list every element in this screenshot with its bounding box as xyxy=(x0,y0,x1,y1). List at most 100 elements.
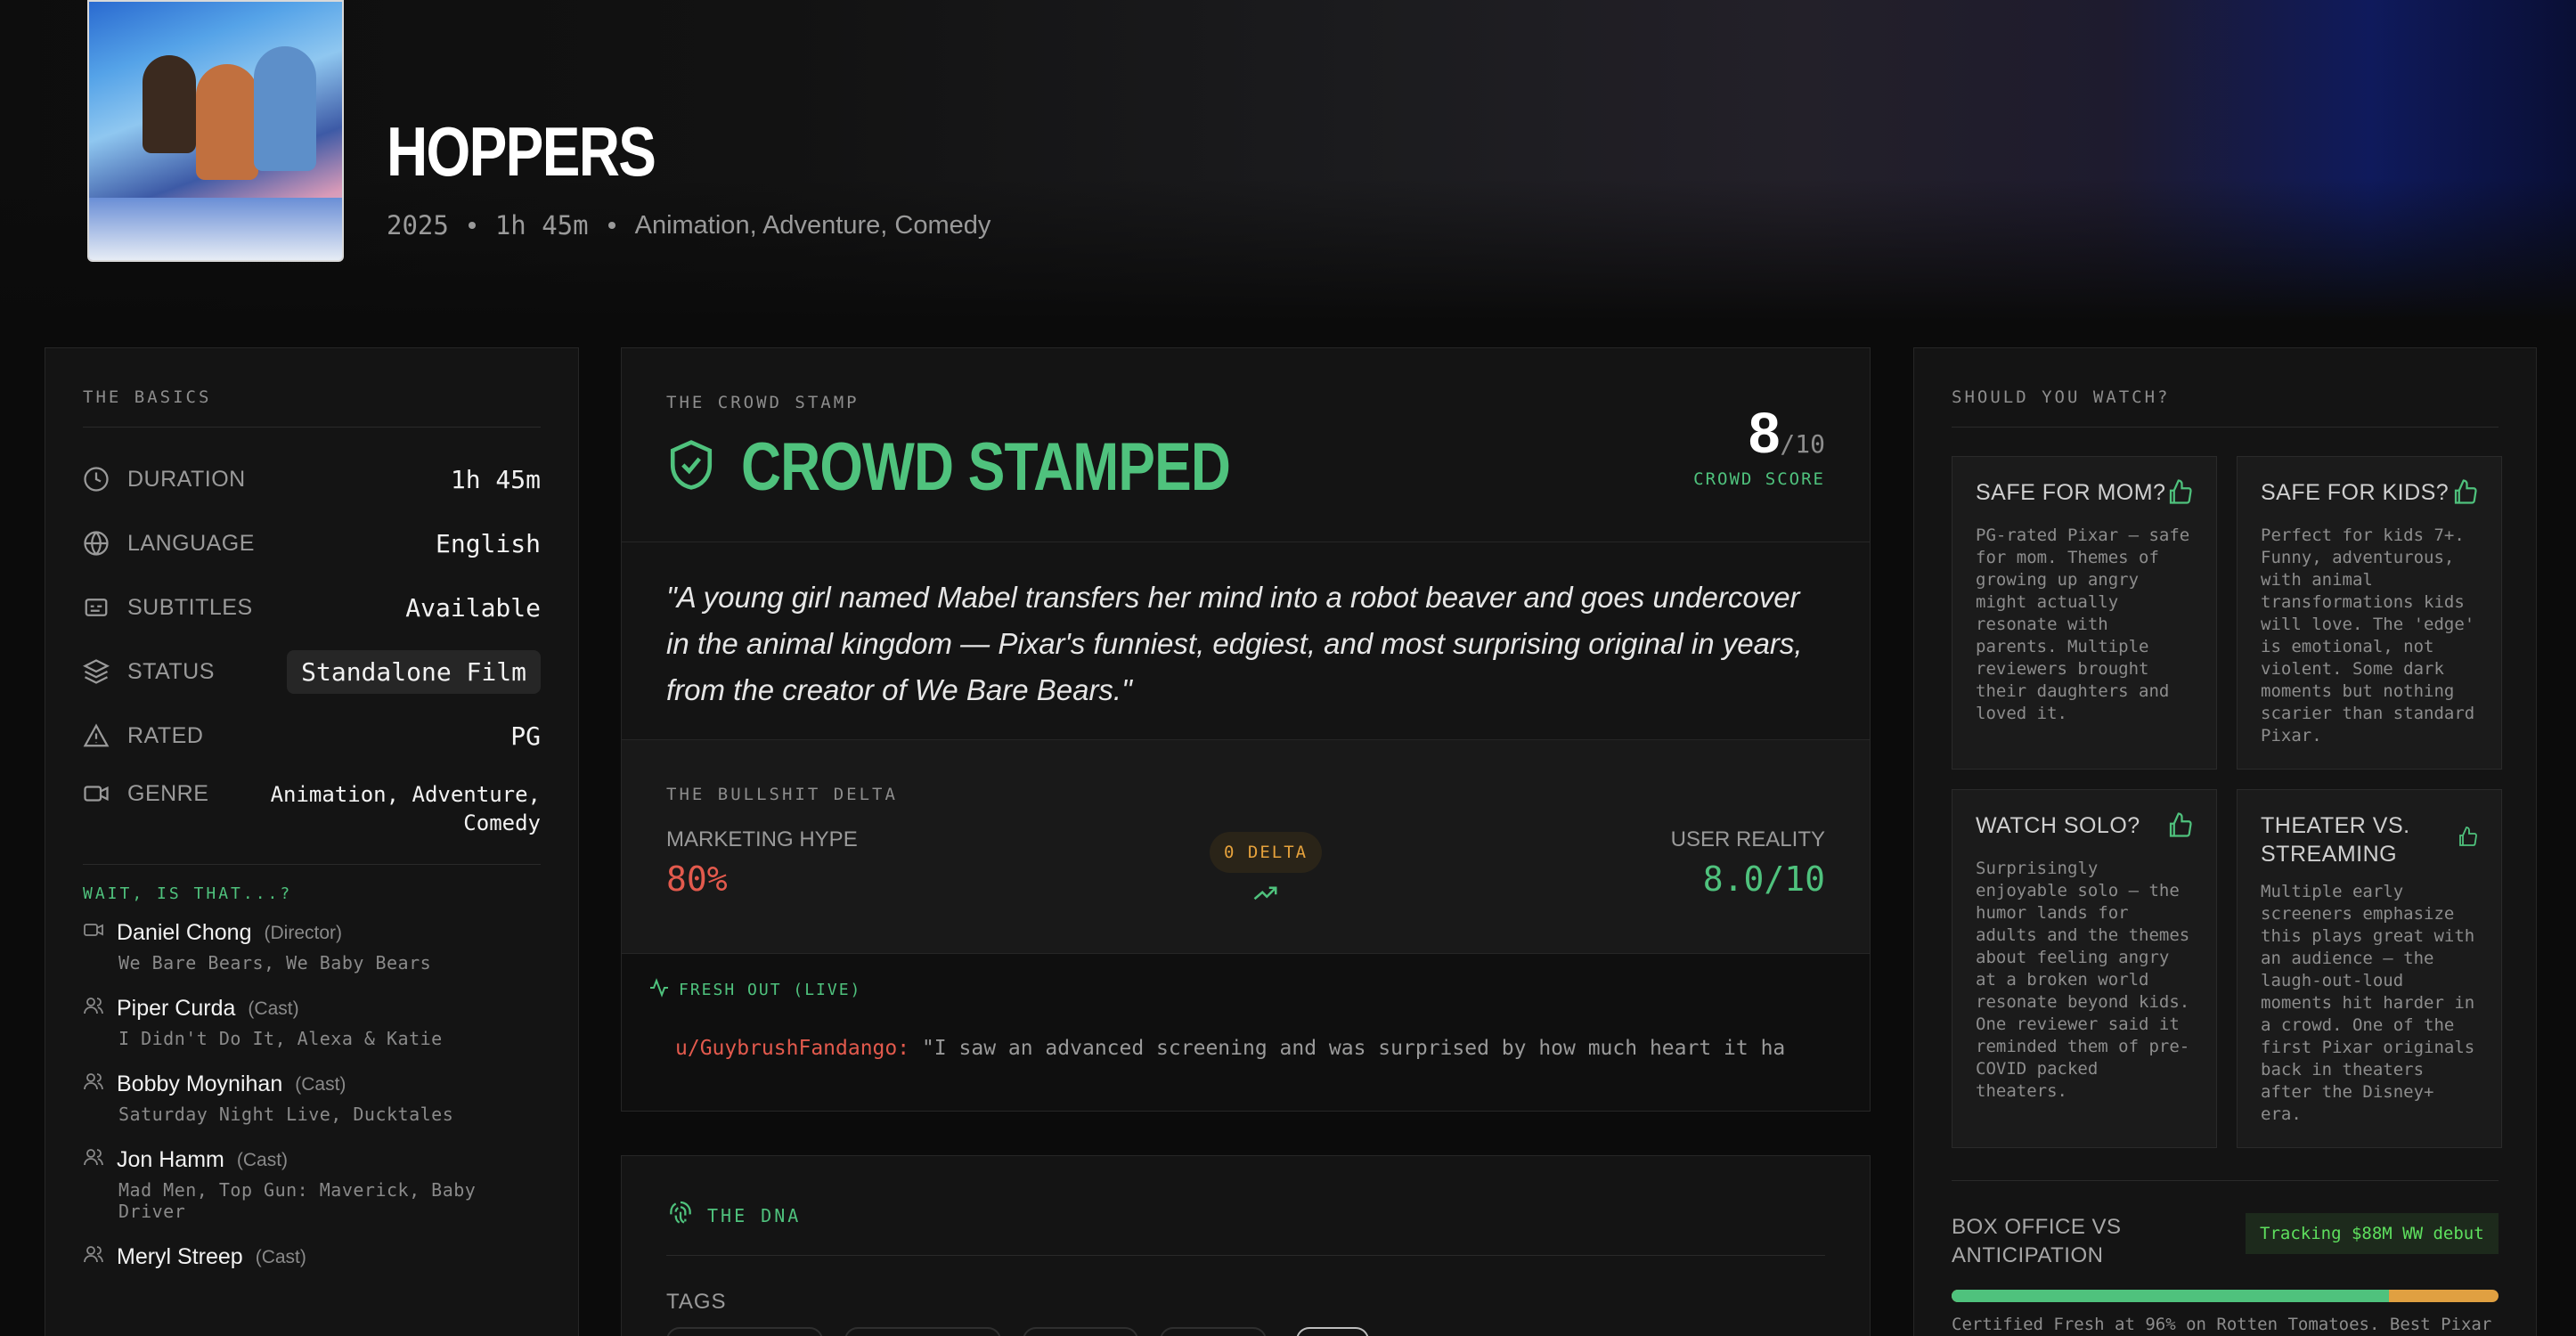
delta-label: THE BULLSHIT DELTA xyxy=(666,785,898,804)
dna-panel: THE DNA TAGS xyxy=(621,1155,1871,1336)
crowd-stamp-panel: THE CROWD STAMP CROWD STAMPED 8/10 CROWD… xyxy=(621,347,1871,1112)
person-role: (Director) xyxy=(264,922,343,943)
person-name: Bobby Moynihan xyxy=(117,1071,283,1096)
card-body: Surprisingly enjoyable solo — the humor … xyxy=(1976,859,2190,1101)
video-icon xyxy=(83,780,110,807)
card-body: Perfect for kids 7+. Funny, adventurous,… xyxy=(2261,525,2475,745)
row-key: SUBTITLES xyxy=(127,594,253,620)
layers-icon xyxy=(83,658,110,685)
fresh-out-feed: FRESH OUT (LIVE) u/GuybrushFandango: "I … xyxy=(622,954,1870,1111)
card-body: PG-rated Pixar — safe for mom. Themes of… xyxy=(1976,525,2190,723)
person-works: Mad Men, Top Gun: Maverick, Baby Driver xyxy=(118,1179,477,1222)
row-key: RATED xyxy=(127,722,204,748)
fresh-comment[interactable]: u/GuybrushFandango: "I saw an advanced s… xyxy=(675,1037,1824,1060)
score-denominator: /10 xyxy=(1780,429,1825,459)
crowd-score: 8/10 CROWD SCORE xyxy=(1693,400,1825,489)
delta-pill: 0 DELTA xyxy=(1210,832,1323,873)
watch-label: SHOULD YOU WATCH? xyxy=(1952,387,2171,407)
subtitles-icon xyxy=(83,594,110,621)
row-value: Animation, Adventure, Comedy xyxy=(270,782,541,835)
person-name: Jon Hamm xyxy=(117,1147,224,1172)
clock-icon xyxy=(83,466,110,493)
globe-icon xyxy=(83,530,110,557)
tag-chip[interactable] xyxy=(1023,1327,1138,1336)
watch-card-theater: THEATER VS. STREAMING Multiple early scr… xyxy=(2237,789,2502,1148)
users-icon xyxy=(83,1071,104,1098)
row-value: English xyxy=(435,528,541,558)
basics-panel: THE BASICS DURATION 1h 45m LANGUAGE Engl… xyxy=(45,347,579,1336)
fingerprint-icon xyxy=(666,1199,695,1232)
watch-card-mom: SAFE FOR MOM? PG-rated Pixar — safe for … xyxy=(1952,456,2217,770)
activity-icon xyxy=(648,977,670,1003)
reality-value: 8.0/10 xyxy=(1702,859,1825,899)
delta-badge: 0 DELTA xyxy=(1210,832,1323,908)
person-item[interactable]: Piper Curda (Cast) I Didn't Do It, Alexa … xyxy=(83,995,541,1049)
fresh-label: FRESH OUT (LIVE) xyxy=(679,981,862,999)
person-role: (Cast) xyxy=(236,1149,289,1170)
comment-text: "I saw an advanced screening and was sur… xyxy=(909,1037,1786,1060)
tracking-badge: Tracking $88M WW debut xyxy=(2246,1213,2499,1254)
row-duration: DURATION 1h 45m xyxy=(83,447,541,511)
thumbs-up-icon xyxy=(2457,826,2478,854)
movie-genres: Animation, Adventure, Comedy xyxy=(634,210,991,240)
person-works: Saturday Night Live, Ducktales xyxy=(118,1104,454,1125)
person-item[interactable]: Daniel Chong (Director) We Bare Bears, We… xyxy=(83,919,541,973)
card-body: Multiple early screeners emphasize this … xyxy=(2261,882,2475,1124)
score-value: 8 xyxy=(1748,401,1781,465)
users-icon xyxy=(83,1146,104,1174)
person-role: (Cast) xyxy=(255,1246,306,1267)
box-office-title: BOX OFFICE VS ANTICIPATION xyxy=(1952,1215,2122,1267)
person-item[interactable]: Meryl Streep (Cast) xyxy=(83,1243,541,1271)
row-key: GENRE xyxy=(127,780,209,806)
movie-quote: "A young girl named Mabel transfers her … xyxy=(622,542,1870,740)
comment-user[interactable]: u/GuybrushFandango: xyxy=(675,1037,909,1060)
watch-card-solo: WATCH SOLO? Surprisingly enjoyable solo … xyxy=(1952,789,2217,1148)
thumbs-up-icon xyxy=(2166,811,2193,845)
row-key: DURATION xyxy=(127,466,246,492)
person-works: I Didn't Do It, Alexa & Katie xyxy=(118,1028,443,1049)
shield-check-icon xyxy=(666,438,716,496)
row-value: 1h 45m xyxy=(450,464,541,494)
movie-poster xyxy=(87,0,344,262)
person-role: (Cast) xyxy=(248,998,299,1019)
card-title: WATCH SOLO? xyxy=(1976,813,2140,838)
card-title: SAFE FOR MOM? xyxy=(1976,480,2166,505)
hype-label: MARKETING HYPE xyxy=(666,827,858,851)
box-office-note: Certified Fresh at 96% on Rotten Tomatoe… xyxy=(1952,1315,2492,1334)
person-works: We Bare Bears, We Baby Bears xyxy=(118,952,432,973)
movie-title: HOPPERS xyxy=(387,112,656,191)
anticipation-bar xyxy=(1952,1290,2499,1302)
tags-label: TAGS xyxy=(666,1290,727,1314)
row-status: STATUS Standalone Film xyxy=(83,639,541,704)
person-item[interactable]: Jon Hamm (Cast) Mad Men, Top Gun: Maveric… xyxy=(83,1146,541,1222)
dna-label: THE DNA xyxy=(707,1204,802,1226)
should-you-watch-panel: SHOULD YOU WATCH? SAFE FOR MOM? PG-rated… xyxy=(1913,347,2537,1336)
card-title: SAFE FOR KIDS? xyxy=(2261,480,2450,505)
tag-chip[interactable] xyxy=(666,1327,823,1336)
tag-chip[interactable] xyxy=(1160,1327,1267,1336)
movie-runtime: 1h 45m xyxy=(494,210,589,240)
movie-meta: 2025 1h 45m Animation, Adventure, Comedy xyxy=(387,210,990,240)
person-item[interactable]: Bobby Moynihan (Cast) Saturday Night Live… xyxy=(83,1071,541,1125)
status-badge: Standalone Film xyxy=(287,649,541,694)
box-office-section: BOX OFFICE VS ANTICIPATION Tracking $88M… xyxy=(1952,1180,2499,1334)
row-value: PG xyxy=(510,721,541,751)
stamp-label: THE CROWD STAMP xyxy=(666,393,860,412)
row-key: STATUS xyxy=(127,658,215,684)
users-icon xyxy=(83,1243,104,1271)
row-genre: GENRE Animation, Adventure, Comedy xyxy=(83,768,541,844)
thumbs-up-icon xyxy=(2166,478,2193,512)
card-title: THEATER VS. STREAMING xyxy=(2261,813,2410,867)
person-name: Piper Curda xyxy=(117,996,236,1021)
users-icon xyxy=(83,995,104,1022)
stamp-header: THE CROWD STAMP CROWD STAMPED 8/10 CROWD… xyxy=(622,348,1870,542)
trending-up-icon xyxy=(1210,884,1322,908)
person-name: Daniel Chong xyxy=(117,920,252,945)
row-subtitles: SUBTITLES Available xyxy=(83,575,541,639)
tag-chip[interactable] xyxy=(1296,1327,1369,1336)
hype-value: 80% xyxy=(666,859,728,899)
row-rated: RATED PG xyxy=(83,704,541,768)
tag-chip[interactable] xyxy=(844,1327,1001,1336)
wait-label: WAIT, IS THAT...? xyxy=(83,884,293,903)
separator-dot xyxy=(607,222,615,229)
